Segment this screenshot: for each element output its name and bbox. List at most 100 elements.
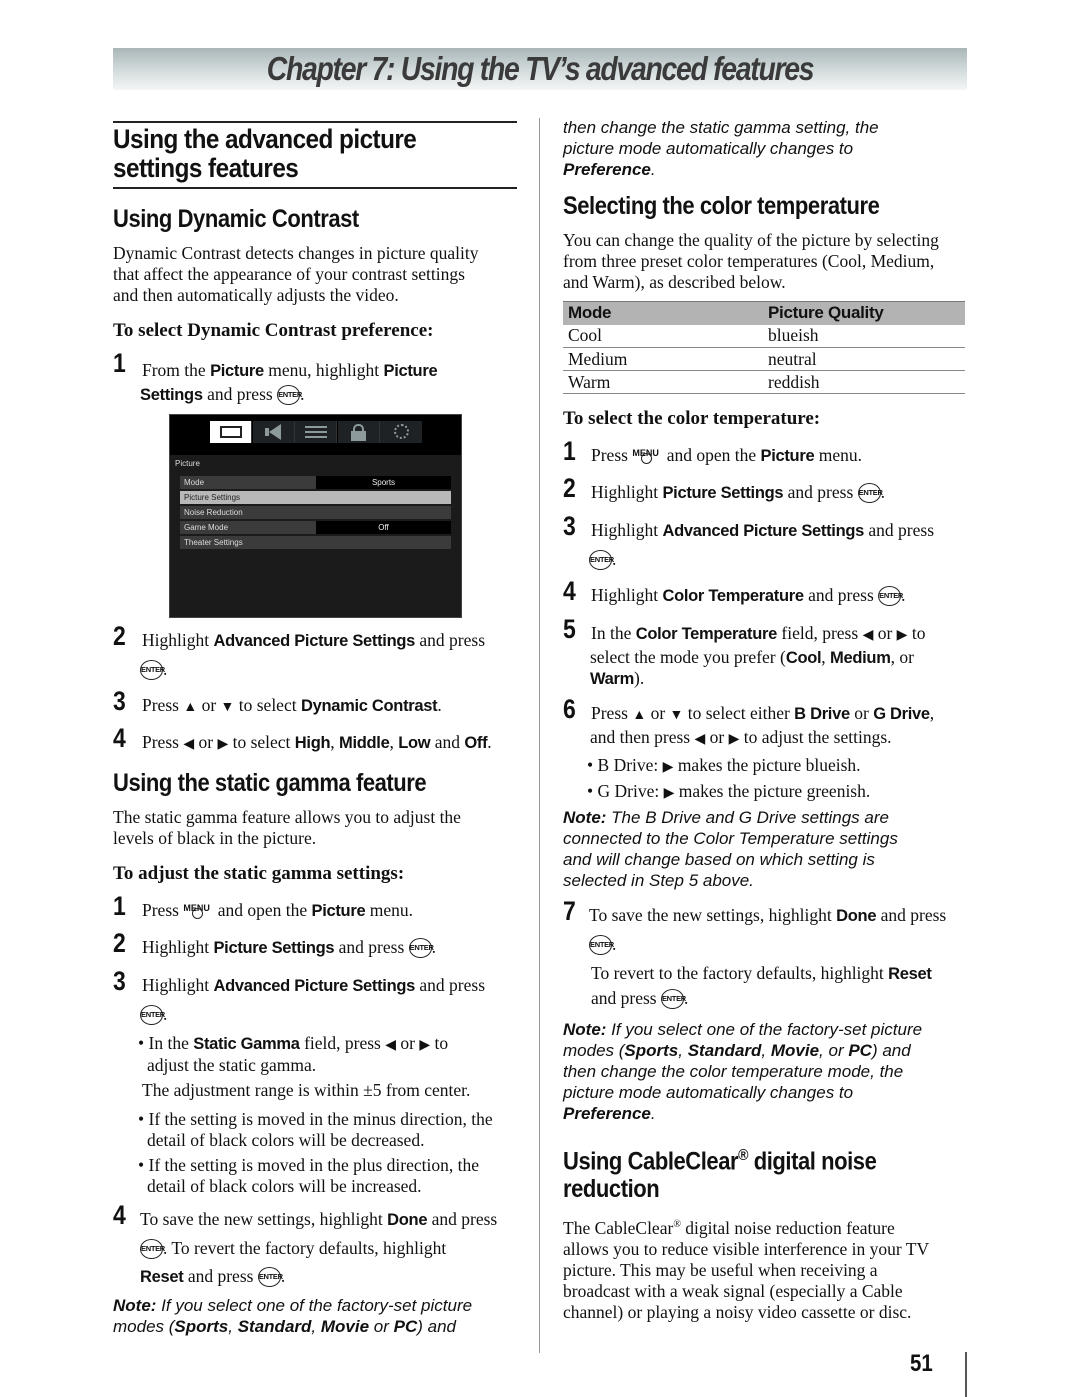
intro-line: The static gamma feature allows you to a… [113, 807, 461, 827]
lock-body-shape [351, 431, 366, 441]
text: To revert to the factory defaults, highl… [591, 963, 889, 983]
text: digital noise [748, 1147, 877, 1176]
text: . To revert the factory defaults, highli… [163, 1238, 447, 1258]
step-number: 3 [113, 966, 126, 996]
text: and press [876, 905, 947, 925]
section-rule-bottom [113, 187, 517, 189]
text: and open the [213, 900, 312, 920]
ct-step6: Press ▲ or ▼ to select either B Drive or… [591, 703, 934, 726]
page-number: 51 [910, 1350, 933, 1377]
menu-item: Dynamic Contrast [300, 697, 438, 715]
column-header: Mode [563, 301, 763, 325]
option: Cool [785, 649, 822, 667]
sg-step1: Press MENU and open the Picture menu. [142, 900, 413, 922]
table-cell: reddish [763, 370, 965, 394]
option: High [294, 734, 331, 752]
text: . [437, 695, 442, 715]
tv-menu-row-noise-reduction[interactable]: Noise Reduction [180, 506, 451, 519]
static-gamma-intro: The static gamma feature allows you to a… [113, 807, 523, 849]
intro-line: and Warm), as described below. [563, 272, 786, 292]
sg-step3: Highlight Advanced Picture Settings and … [142, 975, 485, 997]
up-arrow-icon: ▲ [632, 708, 647, 723]
table-row: Warm reddish [563, 370, 965, 394]
cableclear-body: The CableClear® digital noise reduction … [563, 1214, 929, 1323]
text: Press [591, 703, 633, 723]
menu-item: Picture Settings [213, 939, 335, 957]
heading-static-gamma: Using the static gamma feature [113, 769, 427, 797]
text: and press [202, 384, 278, 404]
left-arrow-icon: ◀ [862, 628, 874, 643]
text: modes ( [113, 1317, 175, 1336]
chapter-title: Chapter 7: Using the TV’s advanced featu… [266, 50, 815, 87]
text: selected in Step 5 above. [563, 871, 754, 890]
settings-sliders-icon [295, 421, 337, 443]
tv-row-label: Mode [184, 478, 205, 487]
tv-row-value: Sports [316, 476, 451, 489]
text: and press [183, 1266, 258, 1286]
note-continued: then change the static gamma setting, th… [563, 117, 879, 180]
mode: Movie [770, 1041, 820, 1060]
slider-line [305, 436, 327, 438]
ct-step7-revert-line2: and press ENTER. [591, 988, 688, 1010]
menu-name: Picture [210, 362, 264, 380]
tv-menu-row-mode[interactable]: Mode Sports [180, 476, 451, 489]
enter-button-icon: ENTER [257, 1266, 283, 1287]
text: ) and [417, 1317, 456, 1336]
step-number: 7 [563, 896, 576, 926]
text: , or [890, 647, 914, 667]
down-arrow-icon: ▼ [669, 708, 684, 723]
right-arrow-icon: ▶ [662, 760, 674, 775]
text: To save the new settings, highlight [589, 905, 837, 925]
sg-step4: To save the new settings, highlight Done… [140, 1209, 497, 1231]
table-cell: blueish [763, 324, 965, 348]
sg-step4-line3: Reset and press ENTER. [140, 1266, 285, 1288]
text: The B Drive and G Drive settings are [606, 808, 889, 827]
lock-icon [338, 421, 380, 443]
step-number: 3 [113, 686, 126, 716]
text: menu. [365, 900, 413, 920]
sg-range-note: The adjustment range is within ±5 from c… [142, 1080, 471, 1100]
text: or [197, 695, 221, 715]
menu-name: Picture [760, 447, 815, 465]
sg-bullet1-line2: adjust the static gamma. [147, 1055, 317, 1075]
text: field, press [777, 623, 863, 643]
heading-color-temperature: Selecting the color temperature [563, 192, 880, 220]
tv-menu-row-picture-settings[interactable]: Picture Settings [180, 491, 451, 504]
table-header-row: Mode Picture Quality [563, 301, 965, 325]
section-title-line2: settings features [113, 153, 299, 183]
bullet: • [138, 1109, 145, 1129]
text: allows you to reduce visible interferenc… [563, 1238, 930, 1259]
ct-step6-line2: and then press ◀ or ▶ to adjust the sett… [590, 727, 892, 750]
ct-step7-line2: ENTER. [589, 934, 616, 956]
table-cell: neutral [763, 347, 965, 371]
text: . [487, 732, 492, 752]
field-name: Static Gamma [193, 1035, 300, 1053]
step-number: 4 [563, 576, 576, 606]
tv-menu-row-game-mode[interactable]: Game Mode Off [180, 521, 451, 534]
ct-step2: Highlight Picture Settings and press ENT… [591, 482, 885, 504]
text: or [369, 1317, 394, 1336]
text: and [430, 732, 465, 752]
text: connected to the Color Temperature setti… [563, 829, 898, 848]
slider-line [305, 426, 327, 428]
ct-bullet-g-drive: • G Drive: ▶ makes the picture greenish. [587, 781, 870, 804]
text: and press [427, 1209, 498, 1229]
subhead-color-temperature: To select the color temperature: [563, 408, 821, 429]
picture-icon [210, 421, 252, 443]
column-divider [539, 118, 540, 1353]
ct-step3-line2: ENTER. [589, 549, 616, 571]
text: menu, highlight [263, 360, 384, 380]
text: detail of black colors will be increased… [147, 1176, 422, 1196]
ct-step5-line3: Warm). [590, 668, 644, 690]
tv-menu-row-theater-settings[interactable]: Theater Settings [180, 536, 451, 549]
ct-step7: To save the new settings, highlight Done… [589, 905, 946, 927]
text: or [194, 732, 218, 752]
text: . [650, 1104, 656, 1123]
text: If you select one of the factory-set pic… [606, 1020, 923, 1039]
subhead-dynamic-contrast: To select Dynamic Contrast preference: [113, 320, 434, 341]
menu-button-icon: MENU [632, 445, 662, 464]
text: to [430, 1033, 449, 1053]
mode: Standard [237, 1317, 312, 1336]
mode: PC [848, 1041, 872, 1060]
option: Off [464, 734, 488, 752]
